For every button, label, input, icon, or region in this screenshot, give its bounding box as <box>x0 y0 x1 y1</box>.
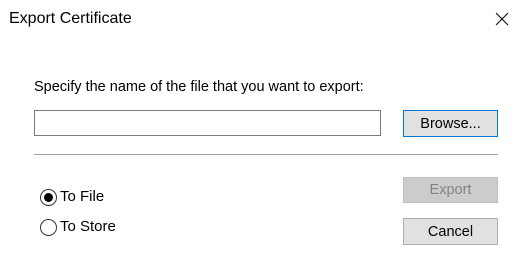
browse-button[interactable]: Browse... <box>403 110 498 137</box>
radio-button-checked[interactable] <box>40 188 57 206</box>
radio-selected-dot <box>44 192 53 202</box>
cancel-button[interactable]: Cancel <box>403 218 498 245</box>
radio-to-store-label: To Store <box>60 218 116 235</box>
divider <box>34 154 498 155</box>
file-name-input[interactable] <box>34 110 381 136</box>
radio-button-unchecked[interactable] <box>40 218 57 236</box>
radio-to-store[interactable]: To Store <box>40 218 116 236</box>
dialog-title: Export Certificate <box>9 10 132 27</box>
radio-to-file[interactable]: To File <box>40 188 104 206</box>
title-bar: Export Certificate <box>0 0 525 38</box>
file-name-prompt: Specify the name of the file that you wa… <box>34 79 364 95</box>
export-button[interactable]: Export <box>403 177 498 203</box>
close-button[interactable] <box>479 0 525 38</box>
close-icon <box>495 12 509 26</box>
export-certificate-dialog: Export Certificate Specify the name of t… <box>0 0 525 262</box>
radio-to-file-label: To File <box>60 188 105 205</box>
